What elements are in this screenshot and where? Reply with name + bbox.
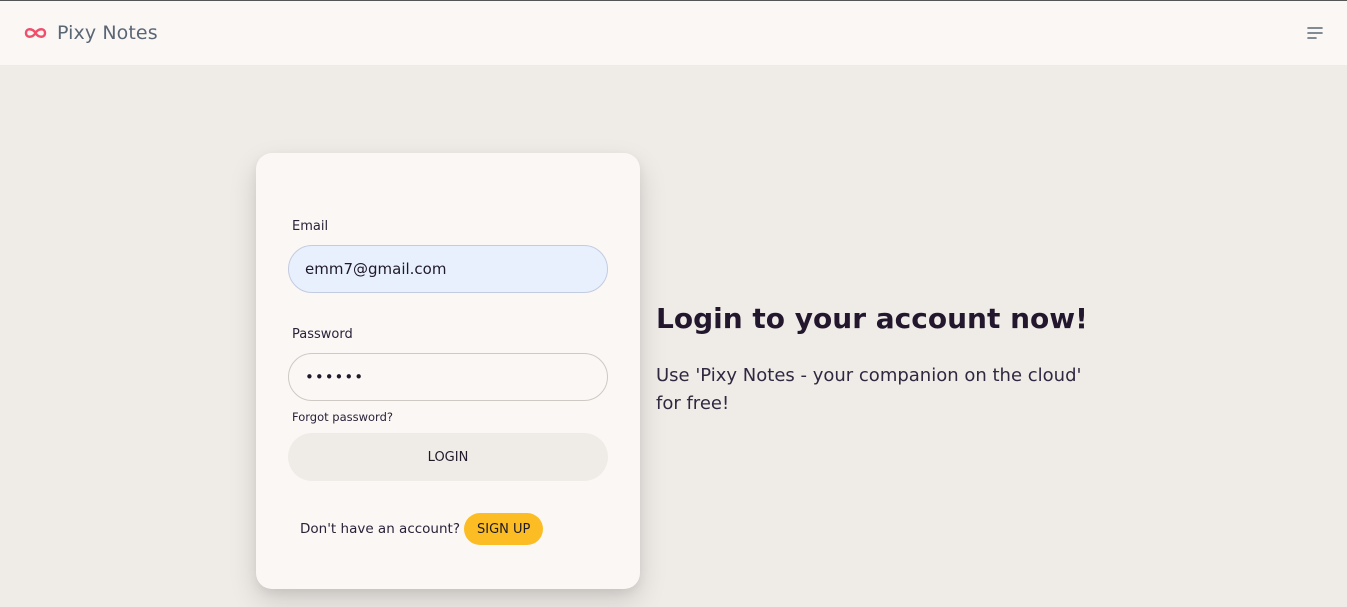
password-label: Password — [292, 327, 353, 342]
email-field[interactable] — [288, 245, 608, 293]
hero-text: Use 'Pixy Notes - your companion on the … — [656, 365, 1082, 414]
signup-row: Don't have an account? SIGN UP — [300, 513, 544, 545]
infinity-icon — [24, 28, 47, 38]
menu-icon — [1307, 27, 1323, 39]
email-label: Email — [292, 219, 329, 234]
password-field[interactable] — [288, 353, 608, 401]
brand-name: Pixy Notes — [57, 22, 158, 44]
login-card: Email Password Forgot password? LOGIN Do… — [256, 153, 640, 589]
brand-link[interactable]: Pixy Notes — [22, 17, 158, 49]
hero-title: Login to your account now! — [656, 302, 1088, 335]
menu-button[interactable] — [1300, 21, 1328, 45]
forgot-password-link[interactable]: Forgot password? — [292, 410, 393, 424]
signup-button[interactable]: SIGN UP — [464, 513, 544, 545]
navbar: Pixy Notes — [0, 1, 1347, 65]
signup-prompt: Don't have an account? — [300, 521, 460, 537]
login-button[interactable]: LOGIN — [288, 433, 608, 481]
